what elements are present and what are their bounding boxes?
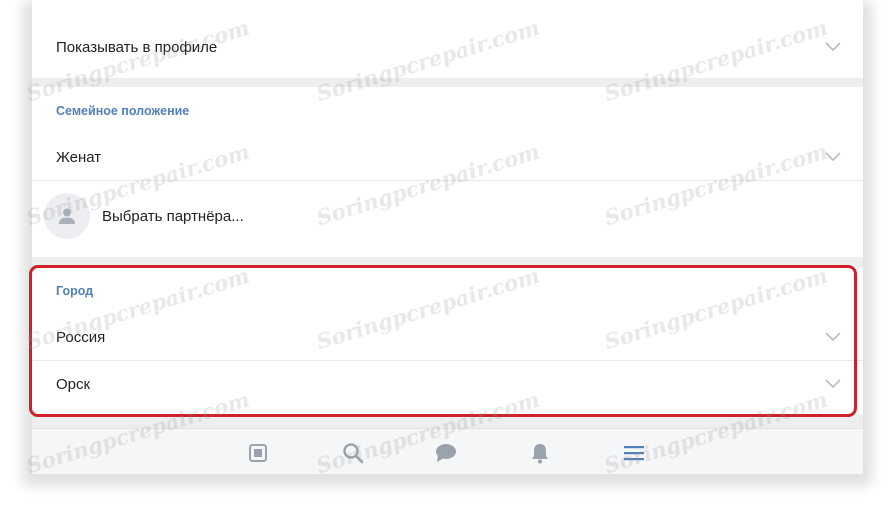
app-screen: Показывать в профиле Семейное положение … bbox=[32, 0, 863, 474]
marital-status-select[interactable]: Женат bbox=[32, 134, 863, 180]
notifications-icon[interactable] bbox=[528, 441, 552, 465]
choose-partner-row[interactable]: Выбрать партнёра... bbox=[32, 193, 863, 239]
user-icon bbox=[59, 208, 75, 224]
search-icon[interactable] bbox=[341, 441, 365, 465]
chevron-down-icon bbox=[825, 42, 841, 52]
country-select[interactable]: Россия bbox=[32, 314, 863, 360]
chevron-down-icon bbox=[825, 332, 841, 342]
avatar bbox=[44, 193, 90, 239]
choose-partner-label: Выбрать партнёра... bbox=[102, 207, 244, 225]
city-card: Город Россия Орск bbox=[32, 268, 863, 414]
chevron-down-icon bbox=[825, 152, 841, 162]
divider bbox=[32, 180, 863, 181]
marital-status-value: Женат bbox=[56, 148, 102, 166]
bottom-tab-bar bbox=[32, 428, 863, 474]
chevron-down-icon bbox=[825, 379, 841, 389]
city-value: Орск bbox=[56, 375, 91, 393]
profile-visibility-label: Показывать в профиле bbox=[56, 38, 218, 56]
messages-icon[interactable] bbox=[434, 441, 458, 465]
city-select[interactable]: Орск bbox=[32, 361, 863, 407]
profile-visibility-card: Показывать в профиле bbox=[32, 0, 863, 78]
marital-status-card: Семейное положение Женат Выбрать партнёр… bbox=[32, 87, 863, 257]
city-section-title: Город bbox=[56, 284, 94, 298]
profile-visibility-select[interactable]: Показывать в профиле bbox=[32, 24, 863, 70]
news-icon[interactable] bbox=[246, 441, 270, 465]
marital-section-title: Семейное положение bbox=[56, 104, 190, 118]
country-value: Россия bbox=[56, 328, 106, 346]
menu-icon[interactable] bbox=[622, 441, 646, 465]
